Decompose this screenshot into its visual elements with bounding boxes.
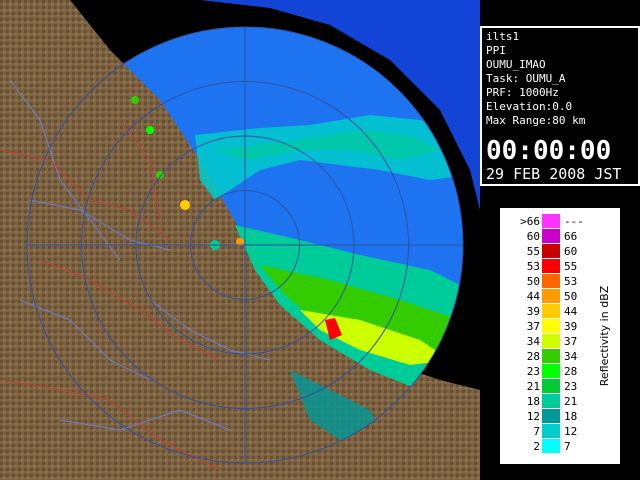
legend-row: 53 55 [502,259,594,274]
legend-color-swatch [542,244,560,258]
scan-date: 29 FEB 2008 JST [486,165,622,183]
legend-max-value: 34 [564,350,578,363]
legend-max-value: 37 [564,335,578,348]
legend-row: 21 23 [502,379,594,394]
legend-color-swatch [542,274,560,288]
info-elevation: Elevation:0.0 [486,100,573,113]
legend-min-value: 23 [526,365,540,378]
legend-min-value: 21 [526,380,540,393]
legend-min-value: 55 [526,245,540,258]
legend-max-value: 50 [564,290,578,303]
legend-max-value: 55 [564,260,578,273]
legend-color-swatch [542,259,560,273]
info-radar-name: ilts1 [486,30,520,43]
radar-map [0,0,480,480]
legend-row: 7 12 [502,424,594,439]
legend-color-swatch [542,289,560,303]
legend-min-value: 44 [526,290,540,303]
legend-row: 60 66 [502,229,594,244]
info-panel: ilts1 PPI OUMU_IMAO Task: OUMU_A PRF: 10… [480,26,640,186]
legend-row: 39 44 [502,304,594,319]
legend-max-value: 60 [564,245,578,258]
legend-max-value: 66 [564,230,578,243]
legend-color-swatch [542,394,560,408]
legend-max-value: --- [564,215,584,228]
legend-max-value: 21 [564,395,578,408]
info-max-range: Max Range:80 km [486,114,586,127]
scan-time: 00:00:00 [486,136,612,166]
legend-row: 34 37 [502,334,594,349]
reflectivity-legend: >66 --- 60 66 55 60 53 55 50 53 44 50 39 44 37 39 34 37 28… [500,208,620,464]
legend-min-value: >66 [520,215,540,228]
legend-row: 37 39 [502,319,594,334]
legend-max-value: 28 [564,365,578,378]
legend-row: >66 --- [502,214,594,229]
legend-min-value: 2 [533,440,540,453]
info-scan-type: PPI [486,44,506,57]
legend-min-value: 39 [526,305,540,318]
legend-min-value: 28 [526,350,540,363]
legend-color-swatch [542,349,560,363]
legend-color-swatch [542,334,560,348]
legend-row: 27 [502,439,594,454]
legend-row: 23 28 [502,364,594,379]
legend-row: 50 53 [502,274,594,289]
legend-color-swatch [542,214,560,228]
info-task: Task: OUMU_A [486,72,566,85]
legend-color-swatch [542,409,560,423]
legend-row: 28 34 [502,349,594,364]
legend-max-value: 39 [564,320,578,333]
legend-min-value: 18 [526,395,540,408]
info-prf: PRF: 1000Hz [486,86,559,99]
legend-color-swatch [542,304,560,318]
legend-min-value: 53 [526,260,540,273]
legend-color-swatch [542,319,560,333]
legend-title-svg: Reflectivity in dBZ [598,285,611,386]
legend-min-value: 7 [533,425,540,438]
legend-row: 18 21 [502,394,594,409]
legend-color-swatch [542,229,560,243]
legend-min-value: 37 [526,320,540,333]
legend-max-value: 53 [564,275,578,288]
legend-max-value: 7 [564,440,571,453]
legend-max-value: 12 [564,425,578,438]
legend-min-value: 60 [526,230,540,243]
legend-color-swatch [542,424,560,438]
legend-max-value: 18 [564,410,578,423]
legend-row: 55 60 [502,244,594,259]
legend-color-swatch [542,439,560,453]
legend-max-value: 23 [564,380,578,393]
legend-row: 12 18 [502,409,594,424]
legend-color-swatch [542,379,560,393]
legend-min-value: 34 [526,335,540,348]
legend-row: 44 50 [502,289,594,304]
legend-max-value: 44 [564,305,578,318]
legend-min-value: 50 [526,275,540,288]
legend-title: Reflectivity in dBZ [598,285,611,386]
legend-color-swatch [542,364,560,378]
legend-min-value: 12 [526,410,540,423]
info-site: OUMU_IMAO [486,58,546,71]
radar-map-svg [0,0,480,480]
